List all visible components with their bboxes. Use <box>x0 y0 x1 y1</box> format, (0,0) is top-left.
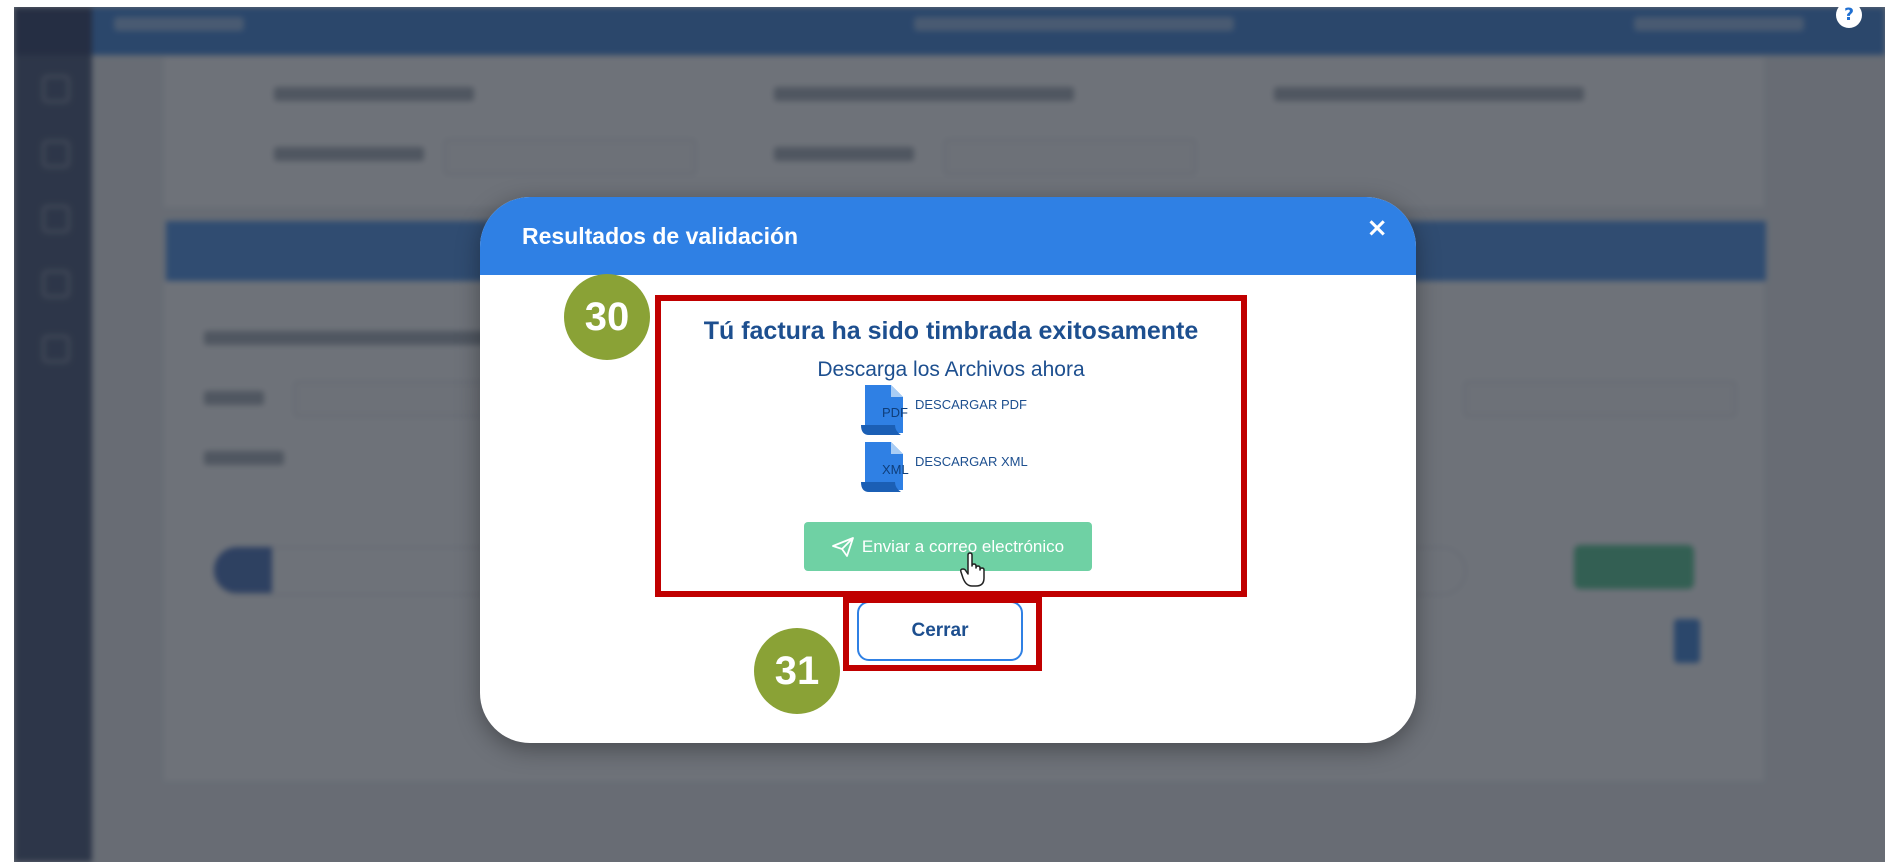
highlight-frame-step-30 <box>655 295 1247 597</box>
modal-title: Resultados de validación <box>522 223 799 249</box>
close-icon[interactable]: × <box>1366 215 1388 241</box>
step-badge-31: 31 <box>754 628 840 714</box>
highlight-frame-step-31 <box>843 597 1042 671</box>
help-icon[interactable]: ? <box>1836 2 1862 28</box>
modal-header: Resultados de validación × <box>480 197 1416 275</box>
step-badge-30: 30 <box>564 274 650 360</box>
